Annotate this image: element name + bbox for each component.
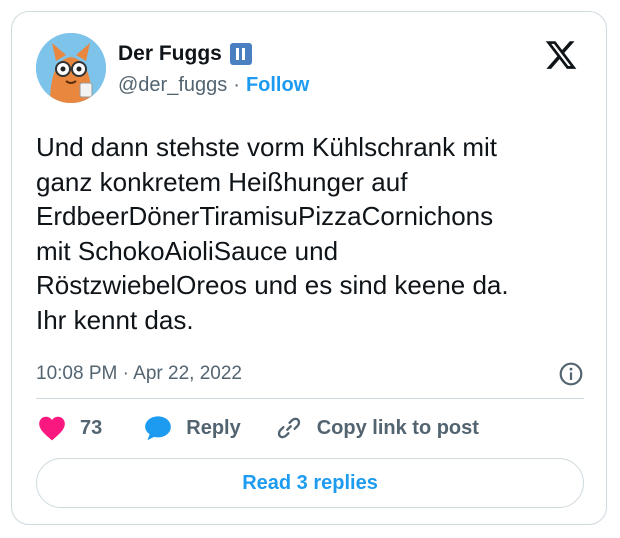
reply-label: Reply (186, 416, 241, 439)
reply-button[interactable]: Reply (144, 415, 241, 441)
divider (36, 398, 584, 399)
heart-icon (39, 416, 65, 441)
link-icon (277, 417, 300, 439)
tweet-text: Und dann stehste vorm Kühlschrank mit ga… (36, 132, 509, 335)
author-handle-row: @der_fuggs · Follow (118, 74, 309, 97)
speech-bubble-icon (145, 416, 172, 441)
author-handle[interactable]: @der_fuggs (118, 74, 227, 97)
tweet-timestamp[interactable]: 10:08 PM · Apr 22, 2022 (36, 363, 242, 385)
fox-avatar-icon (36, 33, 106, 103)
info-icon[interactable] (558, 361, 584, 387)
author-display-name[interactable]: Der Fuggs (118, 42, 222, 66)
tweet-card: Der Fuggs @der_fuggs · Follow Und dann s… (11, 11, 607, 525)
like-count: 73 (80, 416, 103, 439)
timestamp-row: 10:08 PM · Apr 22, 2022 (36, 361, 584, 387)
follow-button[interactable]: Follow (246, 74, 309, 97)
author-name-row: Der Fuggs (118, 42, 252, 66)
like-button[interactable]: 73 (38, 415, 102, 441)
avatar[interactable] (36, 33, 106, 103)
copy-link-label: Copy link to post (316, 416, 479, 439)
separator-dot: · (233, 74, 240, 96)
x-logo-icon[interactable] (544, 38, 578, 72)
action-bar: 73 Reply Copy link to post (38, 414, 479, 442)
read-replies-button[interactable]: Read 3 replies (36, 458, 584, 508)
badge-icon (229, 43, 252, 65)
copy-link-button[interactable]: Copy link to post (275, 414, 479, 442)
